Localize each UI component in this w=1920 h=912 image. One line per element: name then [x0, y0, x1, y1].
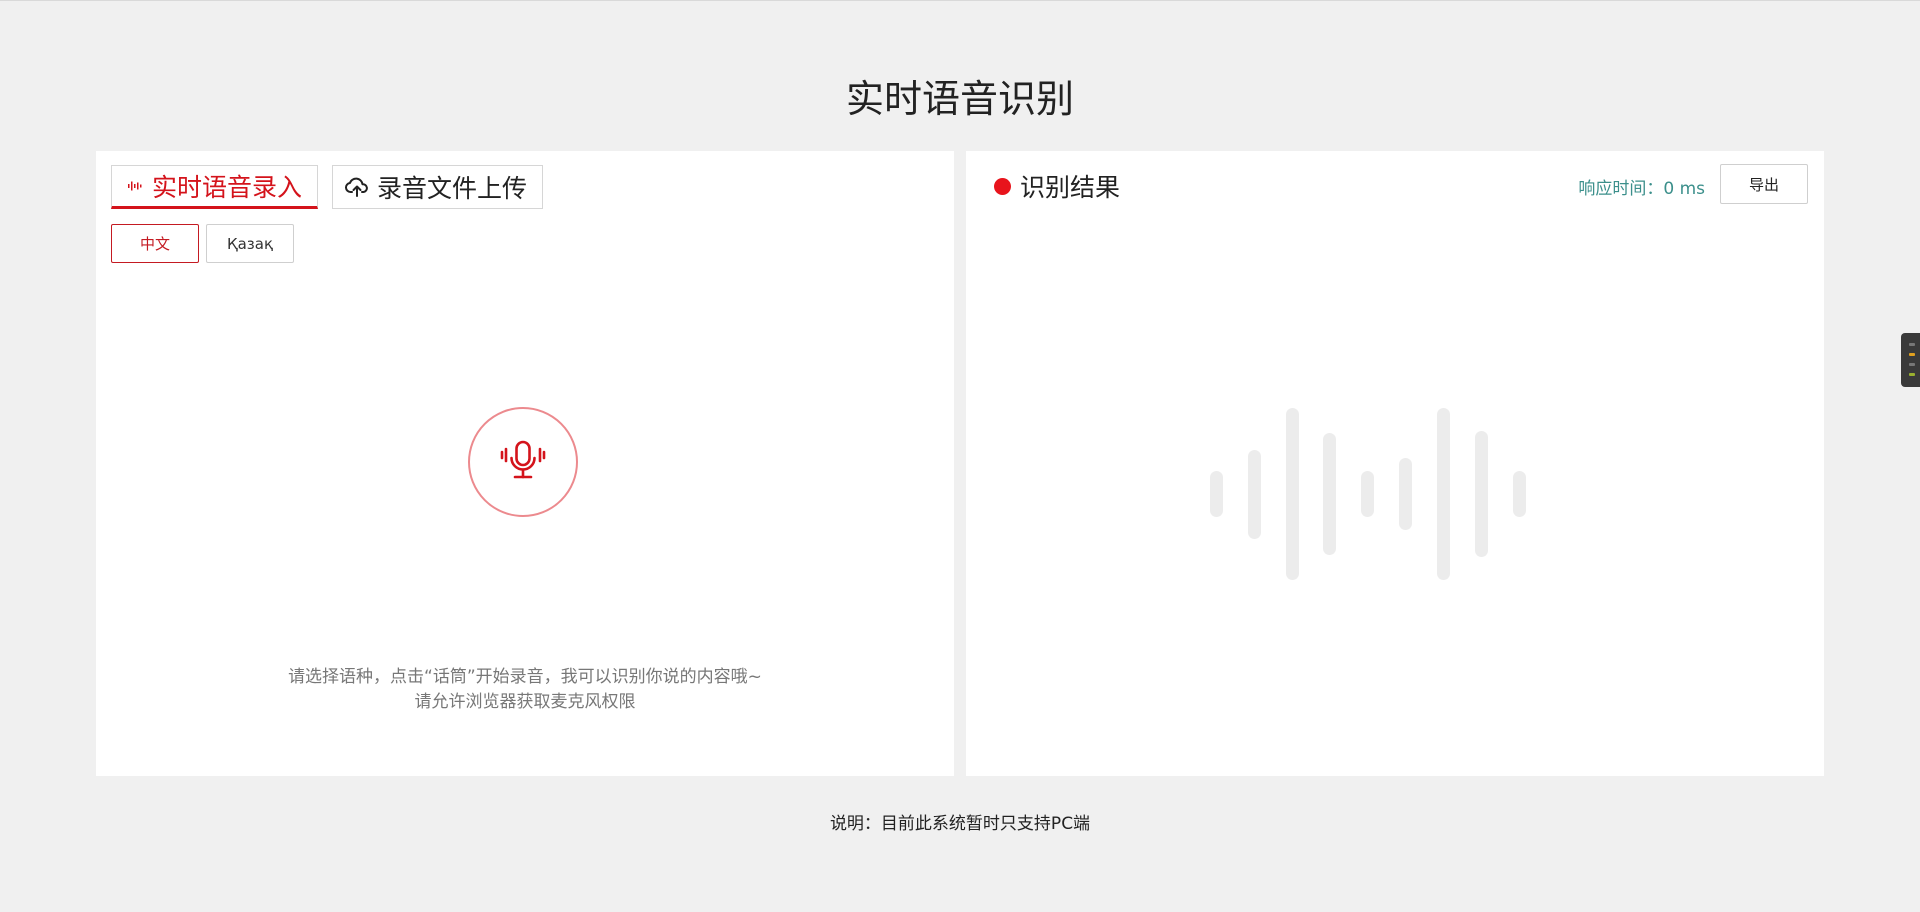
result-panel: 识别结果 响应时间：0 ms 导出 — [966, 151, 1824, 776]
tab-upload-label: 录音文件上传 — [377, 174, 528, 203]
tab-realtime-label: 实时语音录入 — [152, 173, 303, 202]
response-time: 响应时间：0 ms — [1578, 179, 1705, 199]
top-divider — [0, 0, 1920, 1]
microphone-icon — [498, 435, 548, 489]
widget-bar — [1909, 353, 1915, 356]
result-header: 识别结果 — [994, 168, 1120, 204]
widget-bar — [1909, 373, 1915, 376]
recording-status-dot — [994, 177, 1011, 195]
result-title: 识别结果 — [1020, 173, 1121, 202]
widget-bar — [1909, 363, 1915, 366]
tab-realtime-input[interactable]: 实时语音录入 — [111, 165, 318, 209]
tab-file-upload[interactable]: 录音文件上传 — [332, 165, 543, 209]
page-title: 实时语音识别 — [845, 77, 1074, 121]
language-kazakh-button[interactable]: Қазақ — [206, 224, 294, 263]
mic-permission-note: 请允许浏览器获取麦克风权限 — [414, 692, 636, 712]
soundwave-icon — [128, 180, 144, 192]
microphone-button[interactable] — [468, 407, 578, 517]
export-button[interactable]: 导出 — [1720, 164, 1808, 204]
recording-instructions: 请选择语种，点击“话筒”开始录音，我可以识别你说的内容哦~ — [288, 667, 762, 687]
side-floating-widget[interactable] — [1901, 333, 1920, 387]
input-panel: 实时语音录入 录音文件上传 中文 Қазақ 请选择语种，点击“话筒”开始录音，… — [96, 151, 954, 776]
widget-bar — [1909, 343, 1915, 346]
footer-note: 说明：目前此系统暂时只支持PC端 — [829, 814, 1091, 834]
audio-waveform-icon — [1210, 408, 1532, 586]
language-chinese-button[interactable]: 中文 — [111, 224, 199, 263]
cloud-upload-icon — [345, 176, 369, 198]
